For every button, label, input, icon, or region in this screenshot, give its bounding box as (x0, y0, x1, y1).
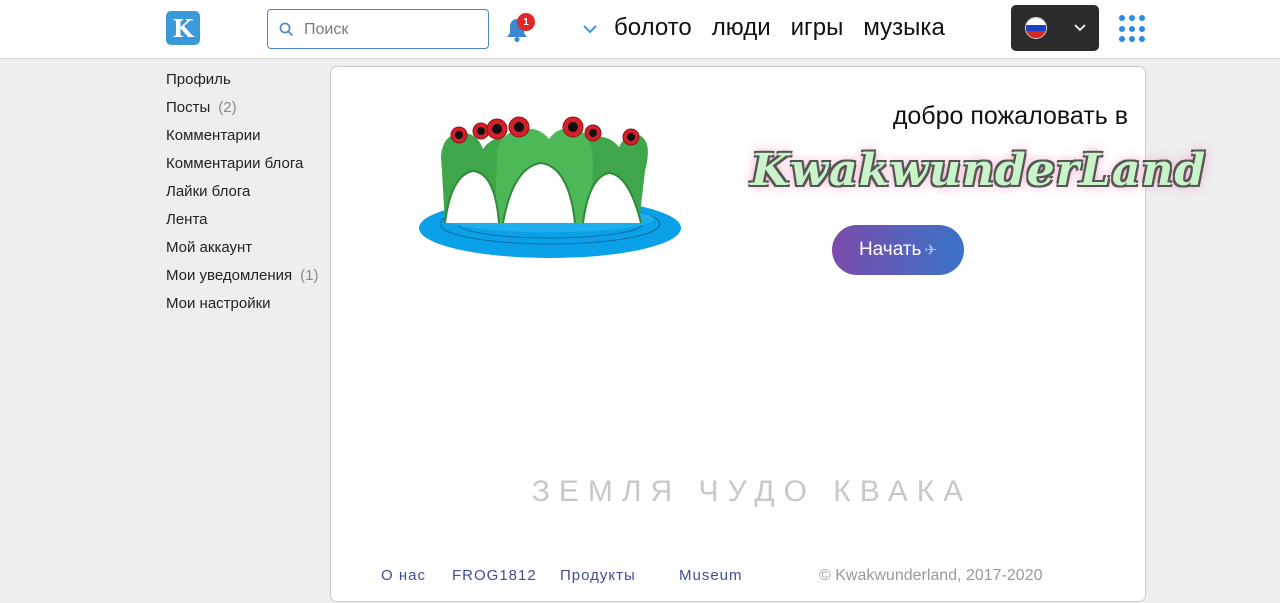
footer-link-products[interactable]: Продукты (560, 567, 636, 584)
sidebar-menu: Профиль Посты (2) Комментарии Комментарии… (166, 70, 330, 322)
footer: О нас FROG1812 Продукты Museum © Kwakwun… (381, 567, 1121, 587)
rocket-icon: ✈ (924, 242, 938, 259)
footer-link-museum[interactable]: Museum (679, 567, 743, 584)
apps-grid-icon[interactable] (1119, 15, 1147, 43)
posts-count: (2) (218, 99, 237, 116)
welcome-text: добро пожаловать в (892, 102, 1128, 130)
sidebar-item-posts[interactable]: Посты (2) (166, 98, 330, 126)
russia-flag-icon (1025, 17, 1047, 39)
nav-item-games[interactable]: игры (791, 13, 844, 43)
chevron-down-icon[interactable] (581, 22, 599, 36)
sidebar-item-account[interactable]: Мой аккаунт (166, 238, 330, 266)
notification-badge: 1 (517, 13, 535, 31)
start-button-label: Начать (858, 239, 922, 260)
nav-item-people[interactable]: люди (712, 13, 771, 43)
brand-wordmark: KwakwunderLand (751, 145, 1207, 196)
tagline: ЗЕМЛЯ ЧУДО КВАКА (531, 475, 973, 508)
frogs-illustration (419, 116, 681, 258)
sidebar-item-settings[interactable]: Мои настройки (166, 294, 330, 322)
top-header: K 1 болото люди игры музыка (0, 0, 1280, 59)
copyright: © Kwakwunderland, 2017-2020 (819, 567, 1043, 584)
site-logo[interactable]: K (166, 11, 200, 45)
sidebar-item-blog-comments[interactable]: Комментарии блога (166, 154, 330, 182)
footer-link-about[interactable]: О нас (381, 567, 426, 584)
notifications-count: (1) (300, 267, 319, 284)
sidebar-item-comments[interactable]: Комментарии (166, 126, 330, 154)
chevron-down-icon (1074, 24, 1086, 32)
nav-item-music[interactable]: музыка (863, 13, 944, 43)
nav-item-swamp[interactable]: болото (614, 13, 692, 43)
search-box[interactable] (267, 9, 489, 49)
search-icon (279, 22, 293, 36)
welcome-card: добро пожаловать в KwakwunderLand Начать… (330, 66, 1207, 602)
start-button[interactable]: Начать ✈ (832, 225, 964, 275)
notifications-button[interactable]: 1 (505, 13, 537, 46)
footer-link-frog1812[interactable]: FROG1812 (452, 567, 537, 584)
sidebar-item-blog-likes[interactable]: Лайки блога (166, 182, 330, 210)
main-nav: болото люди игры музыка (614, 13, 965, 43)
sidebar-item-profile[interactable]: Профиль (166, 70, 330, 98)
search-input[interactable] (304, 19, 482, 41)
sidebar-item-feed[interactable]: Лента (166, 210, 330, 238)
language-selector[interactable] (1011, 5, 1099, 51)
sidebar-item-notifications[interactable]: Мои уведомления (1) (166, 266, 330, 294)
